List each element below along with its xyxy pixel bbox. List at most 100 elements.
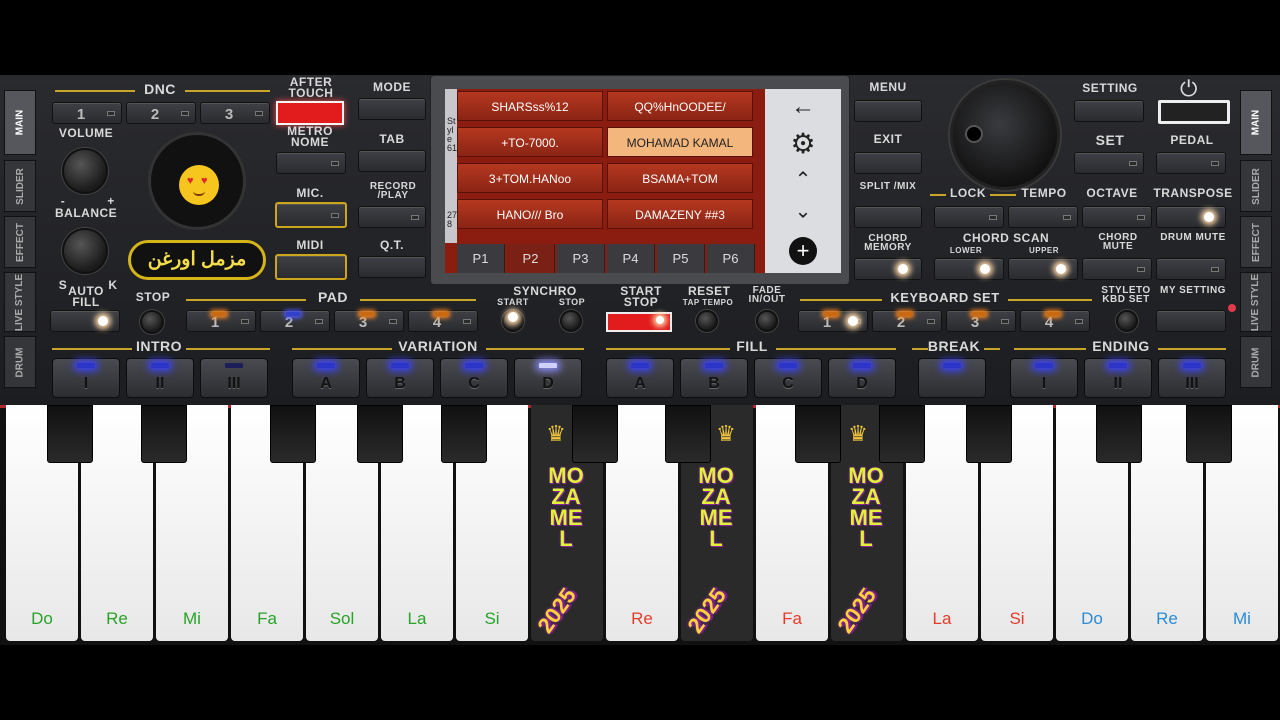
black-key[interactable] (572, 405, 618, 463)
ending-button-3[interactable]: III (1158, 358, 1226, 398)
my-setting-button[interactable] (1156, 310, 1226, 332)
start-stop-label: START STOP (620, 284, 662, 309)
record-play-button[interactable] (358, 206, 426, 228)
fill-button-b[interactable]: B (680, 358, 748, 398)
synchro-stop-knob[interactable] (560, 310, 582, 332)
black-key[interactable] (270, 405, 316, 463)
style-slot[interactable]: HANO/// Bro (457, 199, 603, 229)
drum-mute-button[interactable] (1156, 258, 1226, 280)
after-touch-button[interactable] (276, 101, 344, 125)
tab-button[interactable] (358, 150, 426, 172)
variation-button-d[interactable]: D (514, 358, 582, 398)
fade-knob[interactable] (756, 310, 778, 332)
tab-main-right[interactable]: MAIN (1240, 90, 1272, 155)
add-icon[interactable]: + (789, 237, 817, 265)
lock-button[interactable] (934, 206, 1004, 228)
exit-button[interactable] (854, 152, 922, 174)
led-indicator (463, 319, 471, 324)
dnc-button-3[interactable]: 3 (200, 102, 270, 124)
octave-button[interactable] (1082, 206, 1152, 228)
black-key[interactable] (47, 405, 93, 463)
tab-drum-left[interactable]: DRUM (4, 336, 36, 388)
reset-knob[interactable] (696, 310, 718, 332)
style-slot[interactable]: DAMAZENY ##3 (607, 199, 753, 229)
tempo-button[interactable] (1008, 206, 1078, 228)
auto-fill-button[interactable] (50, 310, 120, 332)
mic-button[interactable] (275, 202, 347, 228)
black-key[interactable] (441, 405, 487, 463)
intro-button-1[interactable]: I (52, 358, 120, 398)
transpose-button[interactable] (1156, 206, 1226, 228)
intro-button-3[interactable]: III (200, 358, 268, 398)
page-tab-p4[interactable]: P4 (607, 244, 655, 273)
chord-mute-button[interactable] (1082, 258, 1152, 280)
fill-button-d[interactable]: D (828, 358, 896, 398)
dnc-button-2[interactable]: 2 (126, 102, 196, 124)
pedal-button[interactable] (1156, 152, 1226, 174)
style-slot[interactable]: BSAMA+TOM (607, 163, 753, 193)
black-key[interactable] (357, 405, 403, 463)
settings-gear-icon[interactable]: ⚙ (765, 127, 841, 160)
black-key[interactable] (665, 405, 711, 463)
black-key[interactable] (1186, 405, 1232, 463)
tab-slider-left[interactable]: SLIDER (4, 160, 36, 212)
page-tab-p1[interactable]: P1 (457, 244, 505, 273)
back-arrow-icon[interactable]: ← (765, 93, 841, 121)
tab-live-style-right[interactable]: LIVE STYLE (1240, 272, 1272, 332)
set-button[interactable] (1074, 152, 1144, 174)
balance-knob[interactable] (62, 228, 108, 274)
metronome-button[interactable] (276, 152, 346, 174)
tab-effect-right[interactable]: EFFECT (1240, 216, 1272, 268)
style-slot[interactable]: SHARSss%12 (457, 91, 603, 121)
my-setting-label: MY SETTING (1160, 285, 1226, 296)
synchro-start-label: START (497, 297, 529, 307)
split-mix-button[interactable] (854, 206, 922, 228)
tab-effect-left[interactable]: EFFECT (4, 216, 36, 268)
setting-button[interactable] (1074, 100, 1144, 122)
chord-memory-button[interactable] (854, 258, 922, 280)
midi-button[interactable] (275, 254, 347, 280)
fill-button-c[interactable]: C (754, 358, 822, 398)
style-slot[interactable]: QQ%HnOODEE/ (607, 91, 753, 121)
tab-main-left[interactable]: MAIN (4, 90, 36, 155)
black-key[interactable] (1096, 405, 1142, 463)
black-key[interactable] (879, 405, 925, 463)
page-tab-p5[interactable]: P5 (657, 244, 705, 273)
intro-button-2[interactable]: II (126, 358, 194, 398)
tempo-dial[interactable] (950, 80, 1060, 190)
page-tab-p2[interactable]: P2 (507, 244, 555, 273)
style-slot[interactable]: 3+TOM.HANoo (457, 163, 603, 193)
variation-button-a[interactable]: A (292, 358, 360, 398)
chord-scan-label: CHORD SCAN (962, 231, 1050, 245)
menu-button[interactable] (854, 100, 922, 122)
volume-knob[interactable] (62, 148, 108, 194)
style-slot[interactable]: +TO-7000. (457, 127, 603, 157)
ending-button-1[interactable]: I (1010, 358, 1078, 398)
tab-drum-right[interactable]: DRUM (1240, 336, 1272, 388)
style-slot-selected[interactable]: MOHAMAD KAMAL (607, 127, 753, 157)
black-key[interactable] (966, 405, 1012, 463)
ending-button-2[interactable]: II (1084, 358, 1152, 398)
reset-label: RESET (688, 284, 731, 298)
tab-slider-right[interactable]: SLIDER (1240, 160, 1272, 212)
tab-live-style-left[interactable]: LIVE STYLE (4, 272, 36, 332)
mode-button[interactable] (358, 98, 426, 120)
stop-knob[interactable] (140, 310, 164, 334)
black-key[interactable] (795, 405, 841, 463)
chevron-up-icon[interactable]: ⌃ (765, 167, 841, 192)
power-button[interactable] (1158, 100, 1230, 124)
page-tab-p6[interactable]: P6 (707, 244, 755, 273)
page-tab-p3[interactable]: P3 (557, 244, 605, 273)
button-number: 3 (970, 314, 980, 331)
break-button[interactable] (918, 358, 986, 398)
variation-button-c[interactable]: C (440, 358, 508, 398)
variation-button-b[interactable]: B (366, 358, 434, 398)
chord-scan-upper-button[interactable] (1008, 258, 1078, 280)
chord-scan-lower-button[interactable] (934, 258, 1004, 280)
dnc-button-1[interactable]: 1 (52, 102, 122, 124)
fill-button-a[interactable]: A (606, 358, 674, 398)
style-to-kbd-knob[interactable] (1116, 310, 1138, 332)
qt-button[interactable] (358, 256, 426, 278)
black-key[interactable] (141, 405, 187, 463)
chevron-down-icon[interactable]: ⌃ (765, 197, 841, 222)
